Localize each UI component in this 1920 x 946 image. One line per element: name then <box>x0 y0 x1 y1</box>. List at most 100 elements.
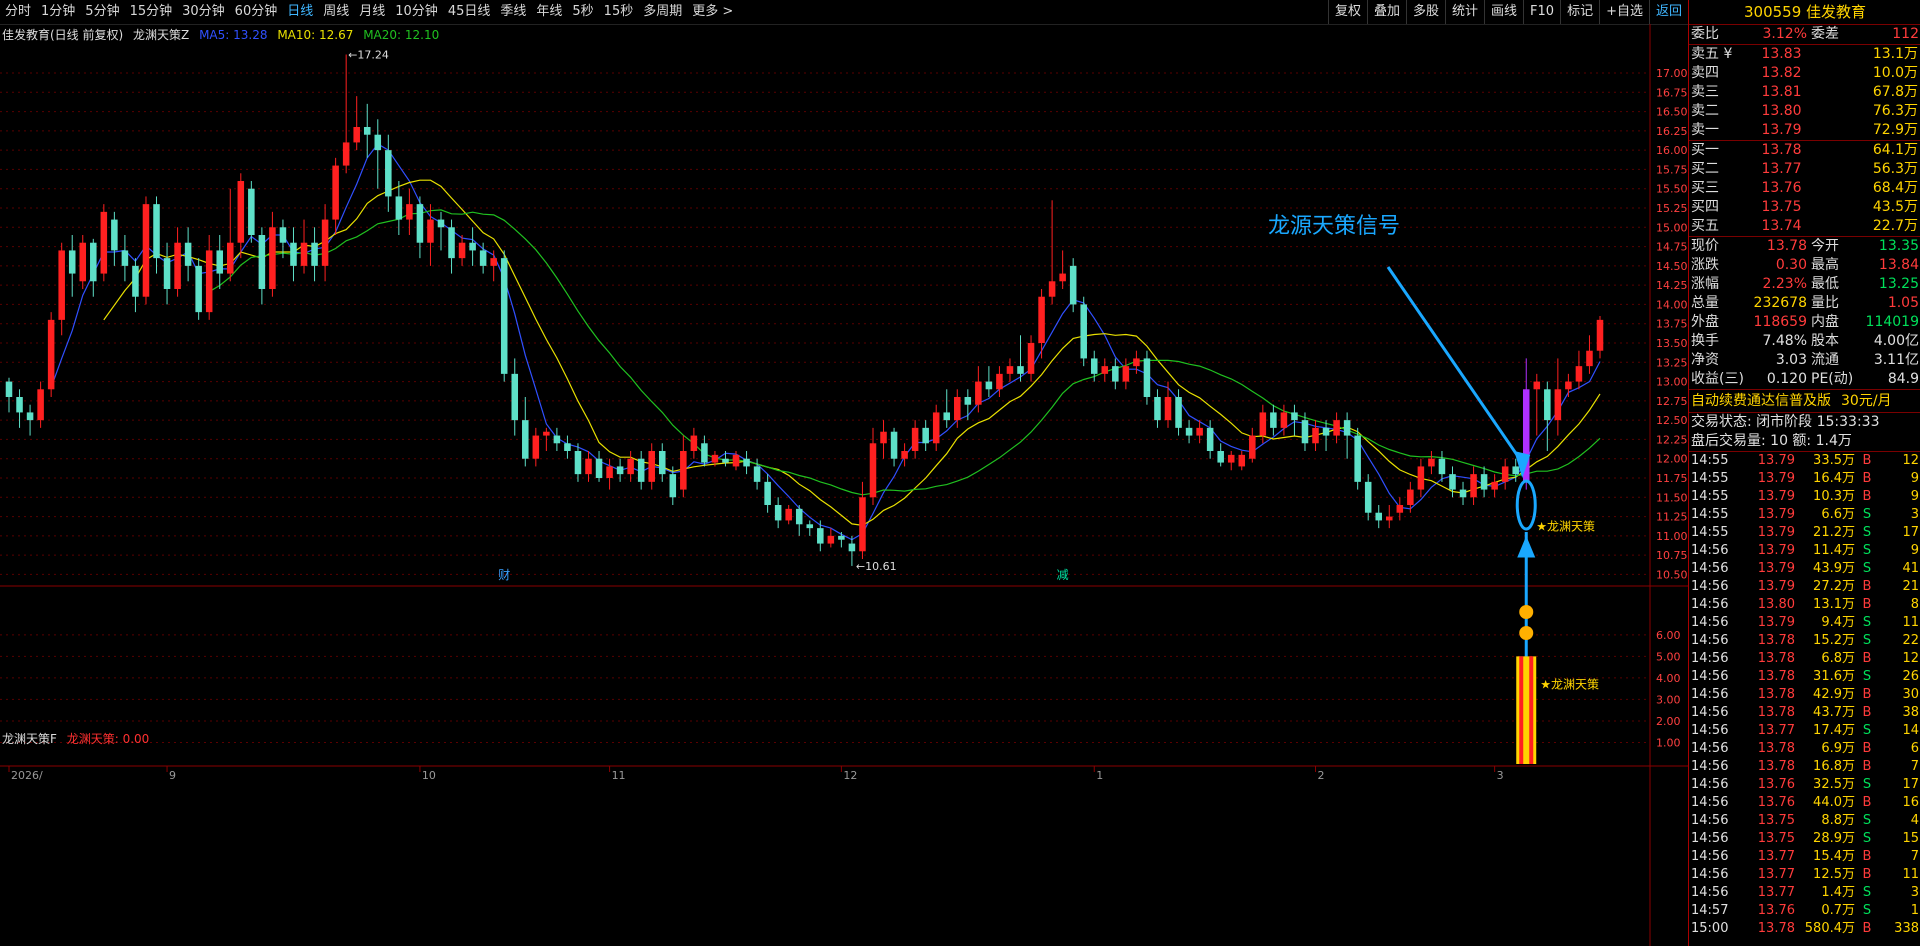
candle-body <box>1080 304 1087 359</box>
x-tick-label: 1 <box>1096 769 1103 782</box>
toolbar-button[interactable]: 复权 <box>1327 0 1367 24</box>
y-tick-label: 12.75 <box>1656 395 1688 408</box>
x-tick-label: 10 <box>422 769 436 782</box>
candle-body <box>964 397 972 405</box>
promo-banner[interactable]: 自动续费通达信普及版 30元/月 <box>1689 389 1920 413</box>
trade-side: B <box>1862 687 1872 702</box>
candle-body <box>1270 412 1277 428</box>
candle-body <box>1227 454 1235 463</box>
sub-y-tick-label: 3.00 <box>1656 693 1681 706</box>
sub-legend-name[interactable]: 龙渊天策F <box>2 732 57 746</box>
quote-label: 换手 <box>1691 333 1719 349</box>
candle-body <box>838 535 845 540</box>
candle-body <box>1038 296 1045 343</box>
period-tab[interactable]: 5分钟 <box>80 0 124 24</box>
candle-body <box>111 219 118 251</box>
trade-count: 338 <box>1894 921 1919 936</box>
y-tick-label: 12.00 <box>1656 453 1688 466</box>
trade-count: 9 <box>1910 471 1919 486</box>
candle-body <box>1090 358 1098 374</box>
candle-body <box>975 381 982 405</box>
toolbar-button[interactable]: +自选 <box>1599 0 1649 24</box>
trade-count: 17 <box>1902 777 1919 792</box>
trade-price: 13.78 <box>1757 687 1795 702</box>
quote-value: 4.00亿 <box>1873 333 1919 349</box>
candle-body <box>996 373 1003 390</box>
bid-label: 买四 <box>1691 199 1719 215</box>
trade-ticks[interactable]: 14:55 13.79 33.5万 B 12 14:55 13.79 16.4万 B 9 14:55… <box>1689 452 1920 938</box>
trade-count: 4 <box>1910 813 1919 828</box>
period-tab[interactable]: 45日线 <box>443 0 496 24</box>
candle-body <box>880 431 887 444</box>
candle-body <box>511 373 519 421</box>
y-tick-label: 16.75 <box>1656 86 1688 99</box>
period-tab[interactable]: 周线 <box>318 0 354 24</box>
candle-body <box>1386 516 1393 521</box>
period-tab[interactable]: 分时 <box>0 0 36 24</box>
candle-body <box>743 458 750 467</box>
trade-count: 11 <box>1902 615 1919 630</box>
period-tab[interactable]: 5秒 <box>567 0 598 24</box>
quote-label: 股本 <box>1811 333 1839 349</box>
toolbar-button[interactable]: F10 <box>1523 0 1560 24</box>
trade-side: B <box>1862 705 1872 720</box>
quote-value: 84.9 <box>1887 371 1919 387</box>
sub-y-tick-label: 6.00 <box>1656 629 1681 642</box>
trade-price: 13.78 <box>1757 705 1795 720</box>
trade-count: 11 <box>1902 867 1919 882</box>
toolbar-button[interactable]: 统计 <box>1445 0 1484 24</box>
y-tick-label: 11.00 <box>1656 530 1688 543</box>
candle-body <box>1533 381 1541 390</box>
period-tab[interactable]: 多周期 <box>638 0 687 24</box>
legend-stock: 佳发教育(日线 前复权) <box>2 28 124 42</box>
candle-body <box>869 443 877 498</box>
period-tab[interactable]: 日线 <box>282 0 318 24</box>
sub-y-tick-label: 4.00 <box>1656 672 1681 685</box>
toolbar-button[interactable]: 返回 <box>1648 0 1688 24</box>
quote-value: 1.05 <box>1887 295 1919 311</box>
trade-price: 13.79 <box>1757 543 1795 558</box>
period-tab[interactable]: 更多 > <box>687 0 738 24</box>
y-tick-label: 11.25 <box>1656 511 1688 524</box>
trade-row: 14:56 13.76 32.5万 S 17 <box>1689 776 1920 794</box>
candle-body <box>258 235 266 289</box>
legend-indicator[interactable]: 龙渊天策Z <box>133 28 189 42</box>
trade-side: S <box>1862 813 1872 828</box>
trade-time: 14:56 <box>1691 669 1729 684</box>
toolbar-button[interactable]: 标记 <box>1560 0 1599 24</box>
period-tab[interactable]: 季线 <box>495 0 531 24</box>
trade-price: 13.75 <box>1757 813 1795 828</box>
kline-chart[interactable]: 17.0016.7516.5016.2516.0015.7515.5015.25… <box>0 24 1688 946</box>
period-tab[interactable]: 月线 <box>354 0 390 24</box>
candle-body <box>922 427 929 444</box>
toolbar-button[interactable]: 叠加 <box>1366 0 1406 24</box>
quote-value: 232678 <box>1753 295 1807 311</box>
period-tab[interactable]: 15秒 <box>599 0 639 24</box>
trade-count: 21 <box>1902 579 1919 594</box>
trade-row: 14:55 13.79 16.4万 B 9 <box>1689 470 1920 488</box>
candle-body <box>690 435 698 451</box>
candle-body <box>79 242 87 282</box>
trade-price: 13.79 <box>1757 615 1795 630</box>
trade-volume: 12.5万 <box>1813 867 1855 882</box>
ask-book: 卖五 ¥ 13.83 13.1万 卖四 13.82 10.0万 卖三 13.81 67.8万 卖二… <box>1689 44 1920 140</box>
toolbar-button[interactable]: 多股 <box>1405 0 1445 24</box>
candle-body <box>595 458 603 478</box>
period-tab[interactable]: 15分钟 <box>125 0 178 24</box>
quote-value: 114019 <box>1865 314 1919 330</box>
candle-body <box>395 196 403 220</box>
trade-row: 14:55 13.79 21.2万 S 17 <box>1689 524 1920 542</box>
period-tab[interactable]: 年线 <box>531 0 567 24</box>
bid-price: 13.75 <box>1761 199 1802 215</box>
candle-body <box>121 250 129 266</box>
candle-body <box>142 204 150 297</box>
quote-label: 外盘 <box>1691 314 1719 330</box>
trade-side: S <box>1862 723 1872 738</box>
period-tab[interactable]: 10分钟 <box>390 0 443 24</box>
trade-side: S <box>1862 669 1872 684</box>
period-tab[interactable]: 1分钟 <box>36 0 80 24</box>
period-tab[interactable]: 30分钟 <box>177 0 230 24</box>
period-tab[interactable]: 60分钟 <box>230 0 283 24</box>
toolbar-button[interactable]: 画线 <box>1484 0 1523 24</box>
quote-value: 13.25 <box>1878 276 1919 292</box>
